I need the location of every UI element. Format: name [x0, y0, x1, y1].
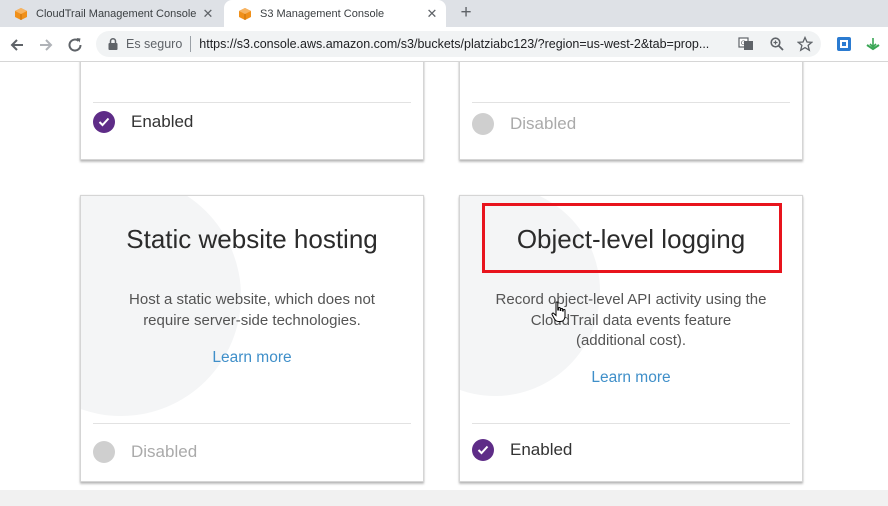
- property-card[interactable]: Disabled: [459, 62, 803, 160]
- card-divider: [93, 102, 411, 103]
- tab-title: S3 Management Console: [260, 7, 385, 20]
- learn-more-link[interactable]: Learn more: [460, 369, 802, 387]
- extension-icon[interactable]: [865, 36, 881, 52]
- learn-more-link[interactable]: Learn more: [81, 349, 423, 367]
- omnibox-separator: [190, 36, 192, 52]
- status-indicator: Enabled: [93, 111, 193, 133]
- bookmark-star-icon[interactable]: [797, 36, 813, 52]
- connection-secure-label: Es seguro: [126, 37, 183, 51]
- tab-close-icon[interactable]: ✕: [200, 6, 216, 22]
- tab-cloudtrail[interactable]: CloudTrail Management Console ✕: [0, 0, 222, 27]
- forward-arrow-icon[interactable]: [37, 36, 55, 54]
- check-circle-icon: [93, 111, 115, 133]
- s3-properties-content: Enabled Disabled Static website hosting …: [0, 62, 888, 506]
- back-arrow-icon[interactable]: [8, 36, 26, 54]
- disabled-circle-icon: [472, 113, 494, 135]
- status-label: Enabled: [131, 112, 194, 131]
- new-tab-button[interactable]: +: [456, 2, 476, 24]
- disabled-circle-icon: [93, 441, 115, 463]
- status-indicator: Disabled: [472, 113, 576, 135]
- card-divider: [472, 102, 790, 103]
- extension-icon[interactable]: [836, 36, 852, 52]
- tab-title: CloudTrail Management Console: [36, 7, 197, 20]
- card-description: Record object-level API activity using t…: [495, 291, 767, 349]
- status-indicator: Enabled: [472, 439, 572, 461]
- reload-icon[interactable]: [66, 36, 84, 54]
- card-description: Host a static website, which does not re…: [129, 291, 375, 329]
- browser-tab-strip: CloudTrail Management Console ✕ S3 Manag…: [0, 0, 888, 27]
- static-website-hosting-card[interactable]: Static website hosting Host a static web…: [80, 195, 424, 482]
- tab-s3[interactable]: S3 Management Console ✕: [224, 0, 446, 27]
- page-bottom-bar: [0, 490, 888, 506]
- status-label: Enabled: [510, 440, 573, 459]
- status-indicator: Disabled: [93, 441, 197, 463]
- aws-cube-icon: [15, 7, 27, 20]
- highlight-annotation-box: [482, 203, 782, 273]
- lock-icon: [108, 37, 118, 50]
- url-text[interactable]: https://s3.console.aws.amazon.com/s3/buc…: [199, 37, 729, 51]
- zoom-icon[interactable]: [769, 36, 785, 52]
- svg-text:G: G: [741, 39, 746, 47]
- browser-toolbar: Es seguro https://s3.console.aws.amazon.…: [0, 27, 888, 62]
- card-title: Static website hosting: [126, 224, 378, 254]
- address-bar[interactable]: Es seguro https://s3.console.aws.amazon.…: [96, 31, 821, 57]
- card-divider: [93, 423, 411, 424]
- status-label: Disabled: [131, 442, 198, 461]
- aws-cube-icon: [239, 7, 251, 20]
- tab-close-icon[interactable]: ✕: [424, 6, 440, 22]
- hand-cursor-icon: [551, 301, 566, 322]
- status-label: Disabled: [510, 114, 577, 133]
- card-divider: [472, 423, 790, 424]
- property-card[interactable]: Enabled: [80, 62, 424, 160]
- check-circle-icon: [472, 439, 494, 461]
- translate-icon[interactable]: G: [738, 36, 754, 52]
